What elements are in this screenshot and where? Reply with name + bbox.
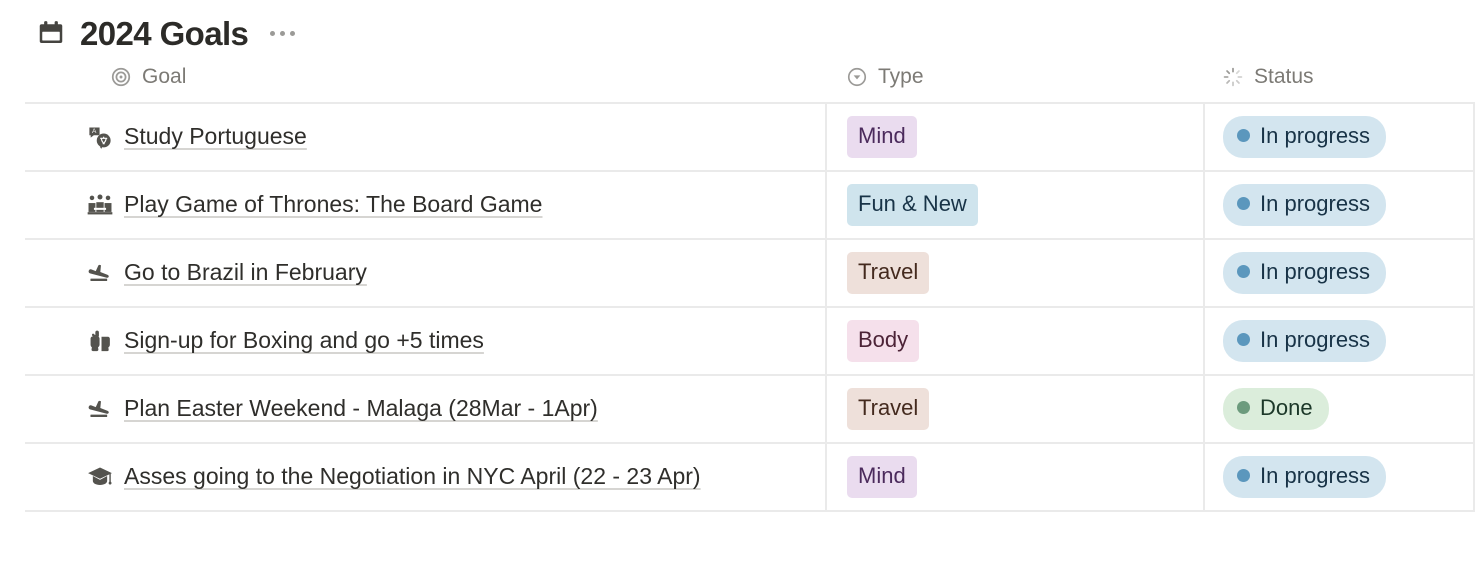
status-dot <box>1237 401 1250 414</box>
status-label: In progress <box>1260 463 1371 488</box>
cell-status[interactable]: In progress <box>1203 104 1475 170</box>
airplane-landing-icon <box>87 260 113 286</box>
status-badge[interactable]: In progress <box>1223 116 1387 158</box>
status-dot <box>1237 129 1250 142</box>
people-meeting-icon <box>87 192 113 218</box>
column-header-status[interactable]: Status <box>1203 52 1475 102</box>
target-icon <box>110 66 132 88</box>
goal-title-link[interactable]: Study Portuguese <box>124 120 307 153</box>
dot <box>290 30 296 36</box>
cell-type[interactable]: Body <box>825 308 1203 374</box>
type-tag[interactable]: Travel <box>847 388 930 430</box>
cell-goal: Go to Brazil in February <box>25 240 825 306</box>
select-circle-chevron-icon <box>846 66 868 88</box>
status-badge[interactable]: In progress <box>1223 456 1387 498</box>
status-badge[interactable]: In progress <box>1223 184 1387 226</box>
type-tag[interactable]: Travel <box>847 252 930 294</box>
status-badge[interactable]: Done <box>1223 388 1329 430</box>
database-options-button[interactable] <box>266 25 299 42</box>
cell-type[interactable]: Mind <box>825 444 1203 510</box>
status-spinner-icon <box>1222 66 1244 88</box>
column-header-label: Status <box>1254 65 1314 88</box>
boxing-glove-icon <box>87 328 113 354</box>
cell-status[interactable]: In progress <box>1203 444 1475 510</box>
goal-title-link[interactable]: Asses going to the Negotiation in NYC Ap… <box>124 460 701 493</box>
status-dot <box>1237 197 1250 210</box>
cell-goal: Sign-up for Boxing and go +5 times <box>25 308 825 374</box>
goals-table: Goal Type Status A Study Portuguese Mind… <box>25 52 1475 512</box>
type-tag[interactable]: Fun & New <box>847 184 978 226</box>
goal-title-link[interactable]: Plan Easter Weekend - Malaga (28Mar - 1A… <box>124 392 598 425</box>
table-body: A Study Portuguese Mind In progress Play G… <box>25 104 1475 512</box>
table-row: Go to Brazil in February Travel In progres… <box>25 240 1475 308</box>
table-row: Sign-up for Boxing and go +5 times Body In… <box>25 308 1475 376</box>
type-tag[interactable]: Body <box>847 320 920 362</box>
table-row: Plan Easter Weekend - Malaga (28Mar - 1A… <box>25 376 1475 444</box>
airplane-landing-icon <box>87 396 113 422</box>
cell-goal: Play Game of Thrones: The Board Game <box>25 172 825 238</box>
cell-type[interactable]: Travel <box>825 240 1203 306</box>
goal-title-link[interactable]: Sign-up for Boxing and go +5 times <box>124 324 484 357</box>
status-badge[interactable]: In progress <box>1223 320 1387 362</box>
column-header-type[interactable]: Type <box>825 52 1203 102</box>
cell-goal: Asses going to the Negotiation in NYC Ap… <box>25 444 825 510</box>
status-label: In progress <box>1260 259 1371 284</box>
svg-text:A: A <box>92 129 97 136</box>
calendar-icon <box>36 18 66 48</box>
cell-status[interactable]: In progress <box>1203 172 1475 238</box>
status-dot <box>1237 265 1250 278</box>
cell-goal: Plan Easter Weekend - Malaga (28Mar - 1A… <box>25 376 825 442</box>
status-dot <box>1237 333 1250 346</box>
column-header-label: Type <box>878 65 924 88</box>
table-row: Play Game of Thrones: The Board Game Fun … <box>25 172 1475 240</box>
graduation-cap-icon <box>87 464 113 490</box>
cell-status[interactable]: Done <box>1203 376 1475 442</box>
dot <box>280 30 286 36</box>
table-row: A Study Portuguese Mind In progress <box>25 104 1475 172</box>
cell-status[interactable]: In progress <box>1203 240 1475 306</box>
cell-status[interactable]: In progress <box>1203 308 1475 374</box>
status-label: In progress <box>1260 191 1371 216</box>
page-title: 2024 Goals <box>80 14 249 52</box>
status-dot <box>1237 469 1250 482</box>
goal-title-link[interactable]: Go to Brazil in February <box>124 256 367 289</box>
status-label: In progress <box>1260 327 1371 352</box>
cell-type[interactable]: Mind <box>825 104 1203 170</box>
type-tag[interactable]: Mind <box>847 456 917 498</box>
dot <box>270 30 276 36</box>
table-row: Asses going to the Negotiation in NYC Ap… <box>25 444 1475 512</box>
translate-icon: A <box>87 124 113 150</box>
column-header-goal[interactable]: Goal <box>25 52 825 102</box>
cell-type[interactable]: Travel <box>825 376 1203 442</box>
type-tag[interactable]: Mind <box>847 116 917 158</box>
status-label: Done <box>1260 395 1313 420</box>
status-label: In progress <box>1260 123 1371 148</box>
cell-type[interactable]: Fun & New <box>825 172 1203 238</box>
column-header-label: Goal <box>142 65 187 88</box>
goal-title-link[interactable]: Play Game of Thrones: The Board Game <box>124 188 542 221</box>
database-header: 2024 Goals <box>0 0 1482 52</box>
table-header-row: Goal Type Status <box>25 52 1475 104</box>
status-badge[interactable]: In progress <box>1223 252 1387 294</box>
cell-goal: A Study Portuguese <box>25 104 825 170</box>
